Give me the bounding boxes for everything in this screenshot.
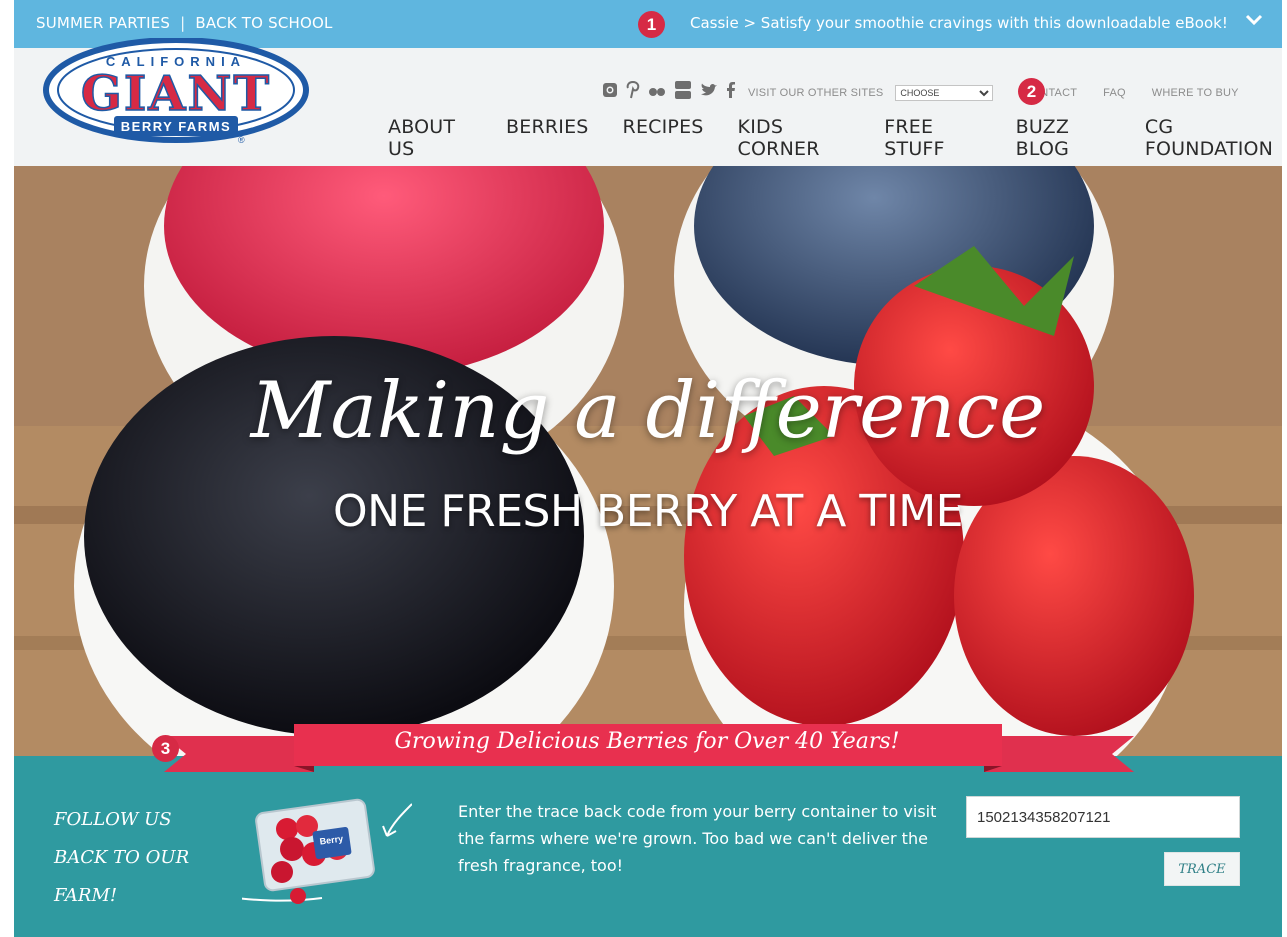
logo-giant-text: GIANT	[81, 66, 271, 122]
trace-button[interactable]: TRACE	[1164, 852, 1240, 886]
utility-links: CONTACT FAQ WHERE TO BUY	[1023, 87, 1238, 99]
utility-bar: VISIT OUR OTHER SITES CHOOSE CONTACT FAQ…	[602, 80, 1239, 105]
top-links: SUMMER PARTIES | BACK TO SCHOOL	[36, 14, 333, 32]
berry-package-image: Berry	[211, 794, 413, 904]
promo-link[interactable]: Cassie > Satisfy your smoothie cravings …	[690, 14, 1228, 32]
chevron-down-icon[interactable]	[1244, 10, 1264, 35]
promo-text: Cassie > Satisfy your smoothie cravings …	[690, 14, 1228, 32]
summer-parties-link[interactable]: SUMMER PARTIES	[36, 14, 170, 32]
annotation-marker-1: 1	[638, 11, 665, 38]
instagram-icon[interactable]	[602, 82, 618, 103]
hero-banner: Making a difference ONE FRESH BERRY AT A…	[14, 166, 1282, 756]
hero-headline: Making a difference	[250, 366, 1046, 456]
trace-description: Enter the trace back code from your berr…	[458, 802, 937, 875]
hero-subhead: ONE FRESH BERRY AT A TIME	[333, 486, 963, 537]
hero-berries-image	[14, 166, 1282, 756]
flickr-icon[interactable]	[648, 84, 666, 102]
logo-registered-mark: ®	[238, 135, 245, 145]
nav-about-us[interactable]: ABOUT US	[388, 116, 472, 160]
logo-berry-farms-text: BERRY FARMS	[121, 119, 231, 134]
page-edge	[1282, 0, 1287, 937]
other-sites-select[interactable]: CHOOSE	[895, 84, 994, 101]
pinterest-icon[interactable]	[626, 81, 640, 104]
traceback-section: FOLLOW US BACK TO OUR FARM! Berry Enter …	[14, 756, 1282, 937]
annotation-marker-2: 2	[1018, 78, 1045, 105]
annotation-marker-3: 3	[152, 735, 179, 762]
follow-us-text: FOLLOW US BACK TO OUR FARM!	[54, 801, 189, 915]
follow-line-3: FARM!	[54, 885, 118, 906]
nav-cg-foundation[interactable]: CG FOUNDATION	[1145, 116, 1282, 160]
trace-code-input[interactable]	[966, 796, 1240, 838]
twitter-icon[interactable]	[700, 83, 718, 102]
nav-kids-corner[interactable]: KIDS CORNER	[738, 116, 851, 160]
nav-free-stuff[interactable]: FREE STUFF	[884, 116, 981, 160]
top-links-separator: |	[180, 14, 186, 32]
follow-line-1: FOLLOW US	[54, 809, 172, 830]
social-icons	[602, 80, 736, 105]
where-to-buy-link[interactable]: WHERE TO BUY	[1152, 87, 1239, 99]
nav-berries[interactable]: BERRIES	[506, 116, 589, 160]
other-sites-label: VISIT OUR OTHER SITES	[748, 86, 884, 99]
main-navigation: ABOUT US BERRIES RECIPES KIDS CORNER FRE…	[388, 116, 1282, 160]
follow-line-2: BACK TO OUR	[54, 847, 190, 868]
page: SUMMER PARTIES | BACK TO SCHOOL 1 Cassie…	[0, 0, 1287, 937]
nav-buzz-blog[interactable]: BUZZ BLOG	[1016, 116, 1111, 160]
ribbon-text: Growing Delicious Berries for Over 40 Ye…	[394, 729, 900, 754]
site-frame: SUMMER PARTIES | BACK TO SCHOOL 1 Cassie…	[14, 0, 1282, 937]
faq-link[interactable]: FAQ	[1103, 87, 1126, 99]
california-giant-logo[interactable]: CALIFORNIA GIANT BERRY FARMS ®	[42, 37, 312, 153]
back-to-school-link[interactable]: BACK TO SCHOOL	[195, 14, 332, 32]
nav-recipes[interactable]: RECIPES	[623, 116, 704, 160]
facebook-icon[interactable]	[726, 82, 736, 103]
youtube-icon[interactable]	[674, 80, 692, 105]
